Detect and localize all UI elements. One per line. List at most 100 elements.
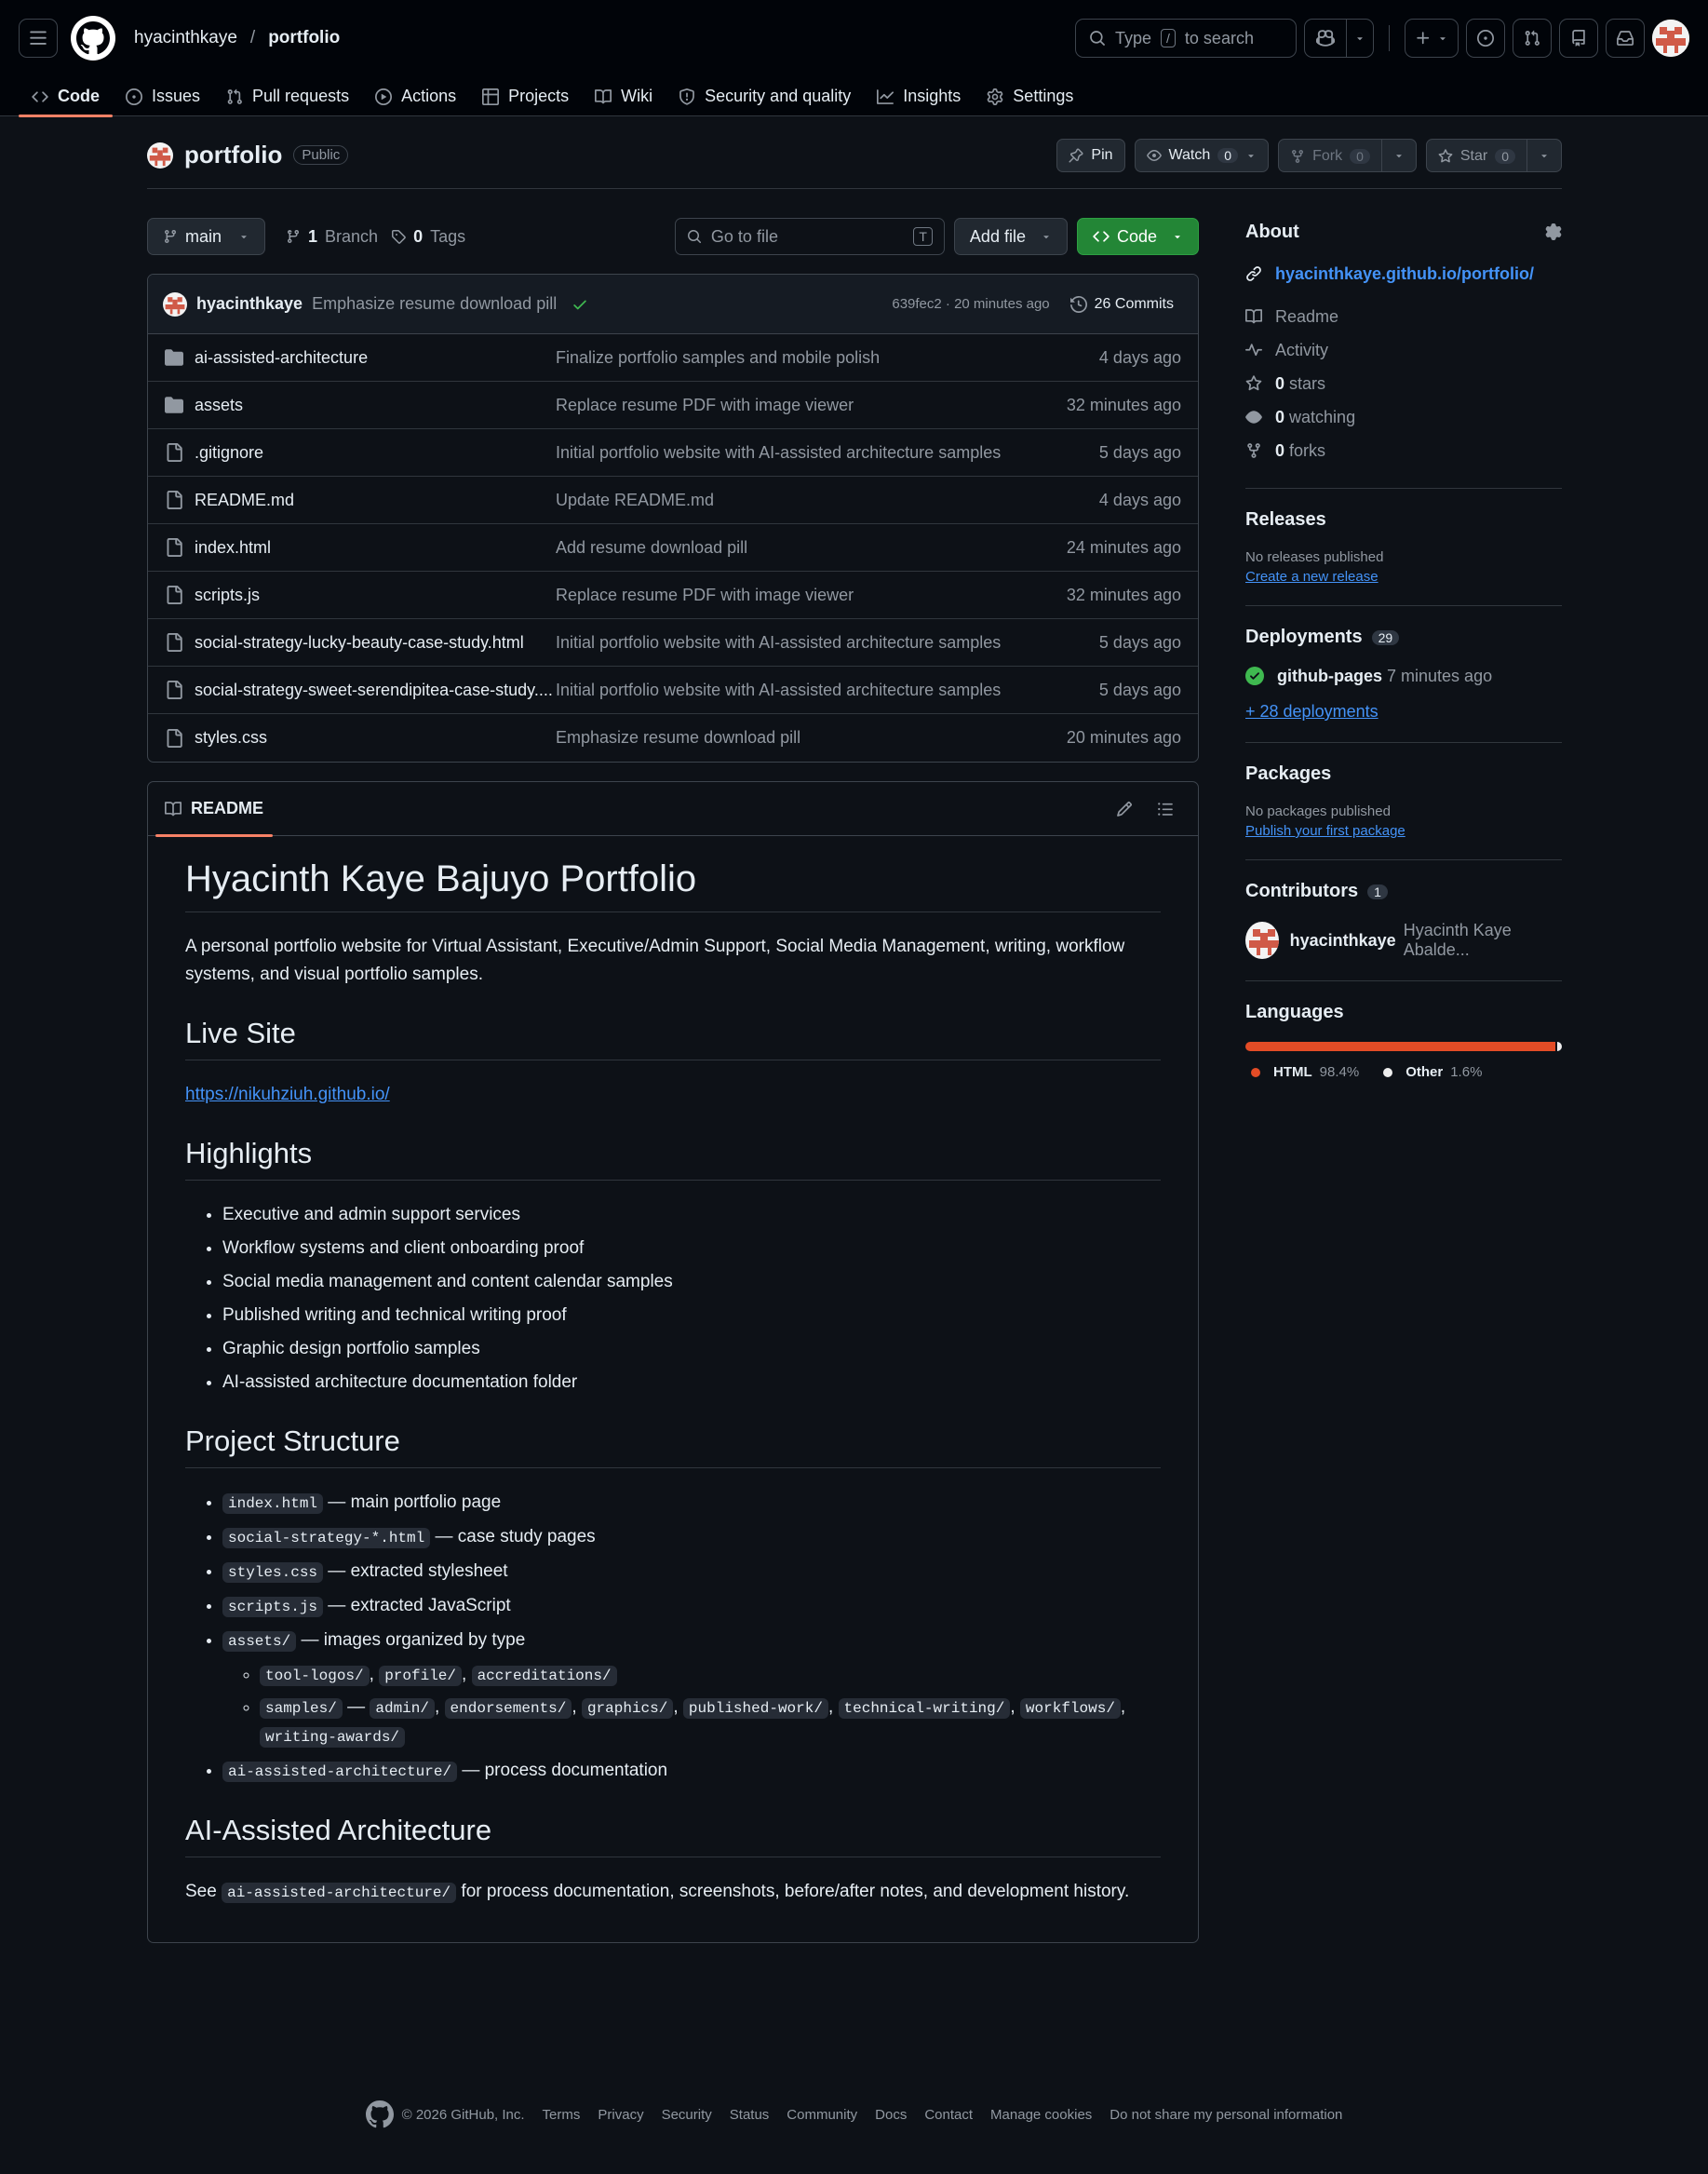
file-name-cell[interactable]: styles.css (165, 728, 556, 748)
star-button[interactable]: Star 0 (1427, 140, 1526, 171)
file-name-cell[interactable]: social-strategy-sweet-serendipitea-case-… (165, 681, 556, 700)
deployments-heading[interactable]: Deployments (1245, 627, 1363, 648)
breadcrumb-repo[interactable]: portfolio (268, 28, 340, 48)
file-commit-message[interactable]: Initial portfolio website with AI-assist… (556, 633, 1051, 653)
tab-code[interactable]: Code (19, 76, 113, 117)
language-legend-item[interactable]: HTML 98.4% (1251, 1064, 1359, 1080)
file-row[interactable]: social-strategy-sweet-serendipitea-case-… (148, 667, 1198, 714)
file-commit-message[interactable]: Initial portfolio website with AI-assist… (556, 681, 1051, 700)
global-search-input[interactable]: Type / to search (1075, 19, 1297, 58)
github-logo-icon[interactable] (71, 16, 115, 61)
footer-link[interactable]: Security (662, 2107, 712, 2123)
file-row[interactable]: scripts.js Replace resume PDF with image… (148, 572, 1198, 619)
file-row[interactable]: styles.css Emphasize resume download pil… (148, 714, 1198, 762)
create-new-button[interactable] (1405, 19, 1459, 58)
check-icon[interactable] (572, 296, 588, 313)
file-name[interactable]: social-strategy-sweet-serendipitea-case-… (195, 681, 553, 700)
file-name-cell[interactable]: README.md (165, 491, 556, 510)
activity-link[interactable]: Activity (1245, 333, 1562, 367)
file-commit-message[interactable]: Replace resume PDF with image viewer (556, 586, 1051, 605)
user-avatar[interactable] (1652, 20, 1689, 57)
live-site-link[interactable]: https://nikuhziuh.github.io/ (185, 1085, 390, 1104)
releases-heading[interactable]: Releases (1245, 509, 1562, 531)
copilot-dropdown-icon[interactable] (1347, 20, 1373, 57)
file-row[interactable]: .gitignore Initial portfolio website wit… (148, 429, 1198, 477)
branches-link[interactable]: 1 Branch (286, 227, 378, 247)
file-name-cell[interactable]: scripts.js (165, 586, 556, 605)
goto-file-input[interactable]: Go to file T (674, 218, 945, 255)
repo-name[interactable]: portfolio (184, 141, 282, 169)
file-name-cell[interactable]: .gitignore (165, 443, 556, 463)
commit-author[interactable]: hyacinthkaye (196, 294, 303, 314)
file-commit-message[interactable]: Update README.md (556, 491, 1051, 510)
tab-projects[interactable]: Projects (469, 76, 582, 116)
pin-button[interactable]: Pin (1056, 138, 1125, 172)
footer-link[interactable]: Community (787, 2107, 857, 2123)
website-link[interactable]: hyacinthkaye.github.io/portfolio/ (1275, 264, 1534, 284)
publish-package-link[interactable]: Publish your first package (1245, 823, 1562, 839)
footer-link[interactable]: Manage cookies (990, 2107, 1092, 2123)
readme-tab[interactable]: README (155, 782, 274, 837)
language-bar-segment[interactable] (1556, 1042, 1562, 1051)
language-legend-item[interactable]: Other 1.6% (1383, 1064, 1482, 1080)
footer-link[interactable]: Status (730, 2107, 770, 2123)
tab-pull-requests[interactable]: Pull requests (213, 76, 362, 116)
file-row[interactable]: social-strategy-lucky-beauty-case-study.… (148, 619, 1198, 667)
watch-button[interactable]: Watch 0 (1134, 138, 1270, 172)
file-name[interactable]: scripts.js (195, 586, 260, 605)
file-name-cell[interactable]: index.html (165, 538, 556, 558)
gear-icon[interactable] (1545, 223, 1562, 240)
stars-link[interactable]: 0 stars (1245, 367, 1562, 400)
file-row[interactable]: assets Replace resume PDF with image vie… (148, 382, 1198, 429)
file-name-cell[interactable]: ai-assisted-architecture (165, 348, 556, 368)
breadcrumb-owner[interactable]: hyacinthkaye (134, 28, 237, 48)
github-logo-icon[interactable] (365, 2100, 394, 2128)
language-bar-segment[interactable] (1245, 1042, 1555, 1051)
tab-wiki[interactable]: Wiki (582, 76, 666, 116)
list-unordered-icon[interactable] (1157, 801, 1174, 817)
tab-actions[interactable]: Actions (362, 76, 469, 116)
footer-link[interactable]: Do not share my personal information (1110, 2107, 1342, 2123)
copilot-button[interactable] (1304, 19, 1374, 58)
file-name[interactable]: .gitignore (195, 443, 263, 463)
file-name[interactable]: social-strategy-lucky-beauty-case-study.… (195, 633, 524, 653)
footer-link[interactable]: Privacy (598, 2107, 643, 2123)
commit-message[interactable]: Emphasize resume download pill (312, 294, 557, 314)
add-file-button[interactable]: Add file (953, 218, 1068, 255)
forks-link[interactable]: 0 forks (1245, 434, 1562, 467)
file-name[interactable]: styles.css (195, 728, 267, 748)
more-deployments-link[interactable]: + 28 deployments (1245, 702, 1562, 722)
tab-issues[interactable]: Issues (113, 76, 213, 116)
deployment-item[interactable]: github-pages 7 minutes ago (1245, 659, 1562, 693)
inbox-button[interactable] (1606, 19, 1645, 58)
fork-dropdown[interactable] (1382, 140, 1416, 171)
footer-link[interactable]: Contact (924, 2107, 973, 2123)
fork-button[interactable]: Fork 0 (1279, 140, 1381, 171)
file-name[interactable]: index.html (195, 538, 271, 558)
tags-link[interactable]: 0 Tags (391, 227, 465, 247)
tab-security[interactable]: Security and quality (666, 76, 864, 116)
file-name[interactable]: ai-assisted-architecture (195, 348, 368, 368)
pencil-icon[interactable] (1116, 801, 1133, 817)
create-release-link[interactable]: Create a new release (1245, 569, 1562, 585)
packages-heading[interactable]: Packages (1245, 763, 1562, 785)
repositories-button[interactable] (1559, 19, 1598, 58)
file-commit-message[interactable]: Emphasize resume download pill (556, 728, 1051, 748)
file-commit-message[interactable]: Finalize portfolio samples and mobile po… (556, 348, 1051, 368)
readme-link[interactable]: Readme (1245, 300, 1562, 333)
tab-insights[interactable]: Insights (864, 76, 974, 116)
commits-link[interactable]: 26 Commits (1069, 296, 1183, 313)
code-button[interactable]: Code (1076, 218, 1199, 255)
commit-hash-time[interactable]: 639fec2 · 20 minutes ago (892, 296, 1049, 312)
star-dropdown[interactable] (1527, 140, 1561, 171)
footer-link[interactable]: Terms (543, 2107, 581, 2123)
issues-button[interactable] (1466, 19, 1505, 58)
footer-link[interactable]: Docs (875, 2107, 907, 2123)
watching-link[interactable]: 0 watching (1245, 400, 1562, 434)
contributors-heading[interactable]: Contributors (1245, 881, 1358, 902)
file-row[interactable]: index.html Add resume download pill 24 m… (148, 524, 1198, 572)
file-row[interactable]: README.md Update README.md 4 days ago (148, 477, 1198, 524)
menu-button[interactable] (19, 19, 58, 58)
file-commit-message[interactable]: Initial portfolio website with AI-assist… (556, 443, 1051, 463)
file-name[interactable]: assets (195, 396, 243, 415)
